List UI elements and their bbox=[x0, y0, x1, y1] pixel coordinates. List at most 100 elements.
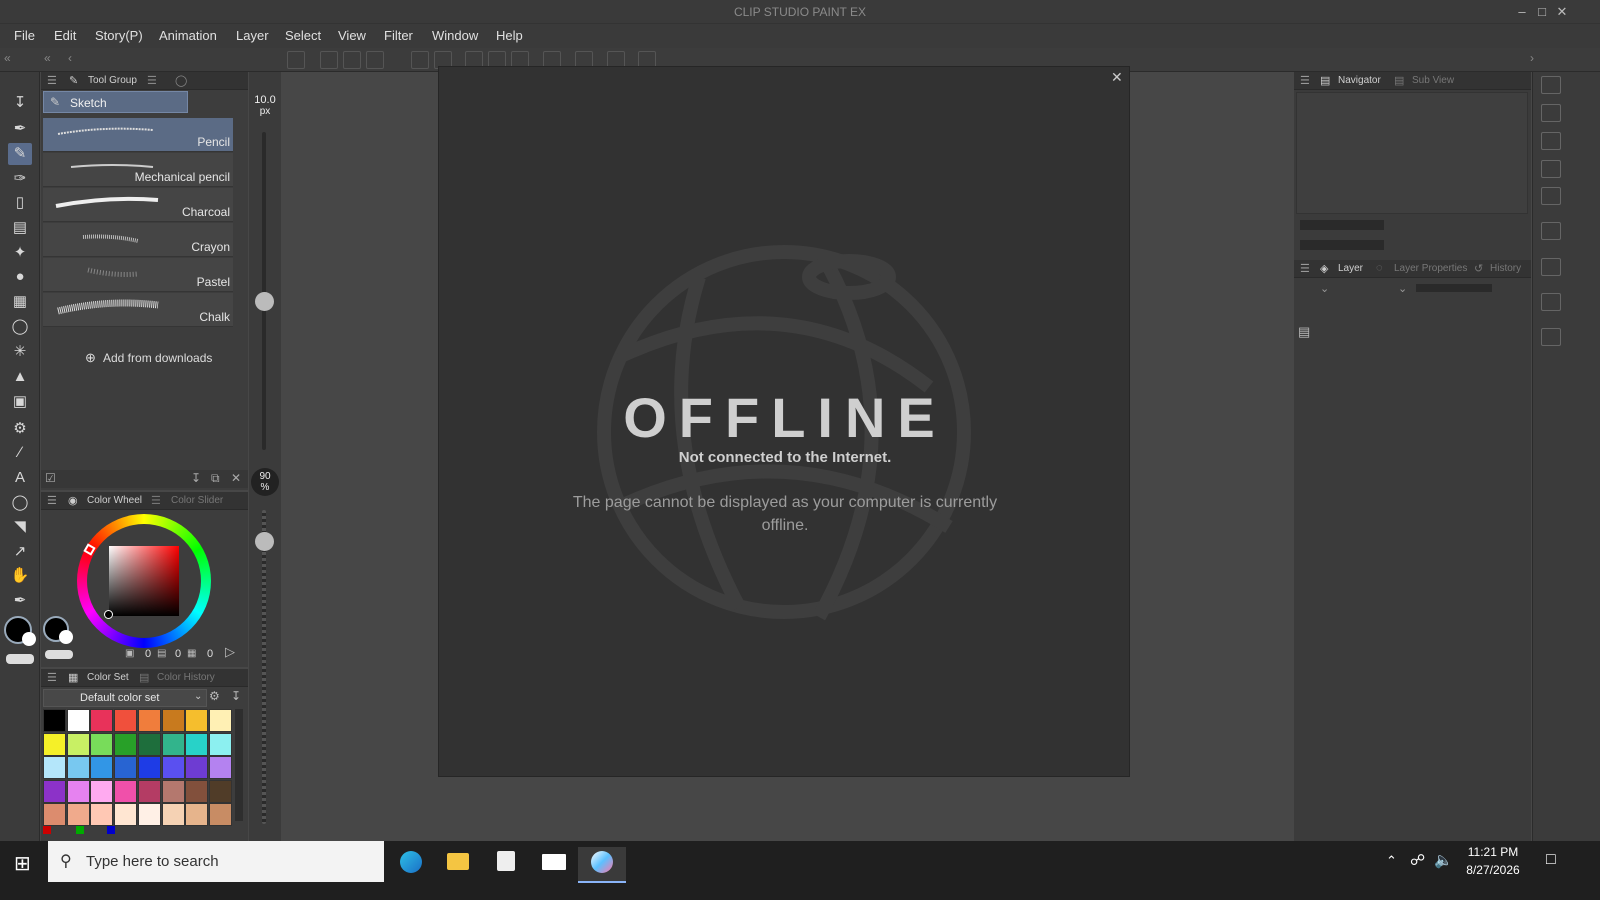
wrench-icon[interactable]: ⚙ bbox=[209, 689, 220, 703]
color-swatch[interactable] bbox=[161, 779, 185, 803]
tab-navigator[interactable]: Navigator bbox=[1338, 75, 1381, 86]
decoration-tool-icon[interactable]: ▤ bbox=[8, 217, 32, 239]
navigator-panel-icon[interactable] bbox=[1541, 76, 1561, 94]
pen-tool-icon[interactable]: ✒ bbox=[8, 118, 32, 140]
correct-line-icon[interactable]: ↗ bbox=[8, 541, 32, 563]
color-swatch[interactable] bbox=[137, 732, 161, 756]
pencil-tool-icon[interactable]: ✎ bbox=[8, 143, 32, 165]
transparent-indicator[interactable] bbox=[45, 650, 73, 659]
blend-tool-icon[interactable]: ● bbox=[8, 266, 32, 288]
layer-panel-icon[interactable] bbox=[1541, 132, 1561, 150]
edge-browser-icon[interactable] bbox=[386, 847, 434, 883]
panel-menu-icon[interactable]: ☰ bbox=[47, 74, 57, 87]
color-swatch[interactable] bbox=[208, 803, 232, 827]
eyedropper-icon[interactable]: ✒ bbox=[8, 590, 32, 612]
color-swatch[interactable] bbox=[161, 709, 185, 732]
color-swatch[interactable] bbox=[43, 779, 66, 803]
brush-item-chalk[interactable]: Chalk bbox=[43, 293, 233, 327]
brush-item-charcoal[interactable]: Charcoal bbox=[43, 188, 233, 222]
play-circle-icon[interactable]: ▷ bbox=[225, 644, 235, 660]
gradient-tool-icon[interactable]: ▣ bbox=[8, 391, 32, 413]
color-swatch[interactable] bbox=[114, 803, 138, 827]
figure-tool-icon[interactable]: ▦ bbox=[8, 291, 32, 313]
subview-panel-icon[interactable] bbox=[1541, 104, 1561, 122]
collapse-icon[interactable]: « bbox=[44, 51, 51, 65]
subtool-settings-icon[interactable]: ☑ bbox=[45, 471, 56, 485]
color-swatch[interactable] bbox=[43, 803, 66, 827]
menu-animation[interactable]: Animation bbox=[159, 28, 217, 43]
undo-icon[interactable] bbox=[411, 51, 429, 69]
color-swatch[interactable] bbox=[161, 756, 185, 780]
fill-tool-icon[interactable]: ▲ bbox=[8, 366, 32, 388]
settings-icon[interactable]: ☰ bbox=[147, 74, 157, 87]
tab-tool-group[interactable]: Tool Group bbox=[88, 75, 137, 86]
color-swatch[interactable] bbox=[208, 732, 232, 756]
brush-item-pencil[interactable]: Pencil bbox=[43, 118, 233, 152]
rotate-slider[interactable] bbox=[1300, 240, 1384, 250]
history-panel-icon[interactable] bbox=[1541, 187, 1561, 205]
color-swatch[interactable] bbox=[90, 803, 114, 827]
opacity-handle[interactable] bbox=[255, 532, 274, 551]
tab-color-slider[interactable]: Color Slider bbox=[171, 495, 223, 506]
menu-edit[interactable]: Edit bbox=[54, 28, 76, 43]
delete-icon[interactable]: ✕ bbox=[231, 471, 241, 485]
color-swatch[interactable] bbox=[208, 779, 232, 803]
color-swatch[interactable] bbox=[43, 709, 66, 732]
airbrush-tool-icon[interactable]: ✦ bbox=[8, 242, 32, 264]
import-icon[interactable]: ↧ bbox=[191, 471, 201, 485]
clock-date[interactable]: 8/27/2026 bbox=[1456, 863, 1530, 877]
new-file-icon[interactable] bbox=[320, 51, 338, 69]
opacity-slider[interactable] bbox=[262, 510, 266, 824]
layer-opacity-slider[interactable] bbox=[1416, 284, 1492, 292]
color-swatch[interactable] bbox=[161, 732, 185, 756]
menu-help[interactable]: Help bbox=[496, 28, 523, 43]
color-set-dropdown[interactable]: Default color set ⌄ bbox=[43, 689, 207, 707]
color-swatch[interactable] bbox=[137, 803, 161, 827]
color-swatch[interactable] bbox=[90, 732, 114, 756]
blend-mode-dropdown-icon[interactable]: ⌄ bbox=[1320, 282, 1329, 295]
sub-color-swatch[interactable] bbox=[22, 632, 36, 646]
object-tool-icon[interactable]: ⚙ bbox=[8, 418, 32, 440]
menu-story[interactable]: Story(P) bbox=[95, 28, 143, 43]
tab-layer-properties[interactable]: Layer Properties bbox=[1394, 263, 1467, 274]
taskbar-search[interactable]: ⚲ Type here to search bbox=[48, 841, 384, 882]
color-swatch[interactable] bbox=[66, 756, 90, 780]
duplicate-icon[interactable]: ⧉ bbox=[211, 471, 220, 486]
maximize-button[interactable]: □ bbox=[1532, 2, 1552, 22]
tab-sub-view[interactable]: Sub View bbox=[1412, 75, 1454, 86]
brush-item-pastel[interactable]: Pastel bbox=[43, 258, 233, 292]
color-swatch[interactable] bbox=[137, 756, 161, 780]
show-hidden-icons[interactable]: ⌃ bbox=[1386, 853, 1397, 869]
menu-layer[interactable]: Layer bbox=[236, 28, 269, 43]
hand-tool-icon[interactable]: ✋ bbox=[8, 565, 32, 587]
close-icon[interactable]: ✕ bbox=[1111, 69, 1123, 86]
zoom-slider[interactable] bbox=[1300, 220, 1384, 230]
close-window-button[interactable]: ✕ bbox=[1552, 2, 1572, 22]
add-icon[interactable]: ◯ bbox=[175, 74, 187, 87]
brush-item-mechanical-pencil[interactable]: Mechanical pencil bbox=[43, 153, 233, 187]
minimize-button[interactable]: – bbox=[1512, 2, 1532, 22]
color-swatch[interactable] bbox=[114, 732, 138, 756]
tab-color-wheel[interactable]: Color Wheel bbox=[87, 495, 142, 506]
navigator-preview[interactable] bbox=[1296, 92, 1528, 214]
material-2-panel-icon[interactable] bbox=[1541, 258, 1561, 276]
color-swatch[interactable] bbox=[185, 709, 209, 732]
brush-size-handle[interactable] bbox=[255, 292, 274, 311]
panel-menu-icon[interactable]: ☰ bbox=[1300, 262, 1310, 275]
panel-menu-icon[interactable]: ☰ bbox=[47, 671, 57, 684]
layer-props-panel-icon[interactable] bbox=[1541, 160, 1561, 178]
eraser-tool-icon[interactable]: ▯ bbox=[8, 192, 32, 214]
save-icon[interactable] bbox=[366, 51, 384, 69]
menu-select[interactable]: Select bbox=[285, 28, 321, 43]
subtool-group-tab[interactable]: ✎ Sketch bbox=[43, 91, 188, 113]
collapse-left-icon[interactable]: « bbox=[4, 51, 11, 65]
mail-icon[interactable] bbox=[530, 847, 578, 883]
color-swatch[interactable] bbox=[66, 732, 90, 756]
brush-item-crayon[interactable]: Crayon bbox=[43, 223, 233, 257]
layer-list-icon[interactable]: ▤ bbox=[1298, 324, 1310, 340]
frame-tool-icon[interactable]: ◥ bbox=[8, 516, 32, 538]
material-3-panel-icon[interactable] bbox=[1541, 293, 1561, 311]
panel-menu-icon[interactable]: ☰ bbox=[1300, 74, 1310, 87]
sub-color-indicator[interactable] bbox=[59, 630, 73, 644]
menu-filter[interactable]: Filter bbox=[384, 28, 413, 43]
